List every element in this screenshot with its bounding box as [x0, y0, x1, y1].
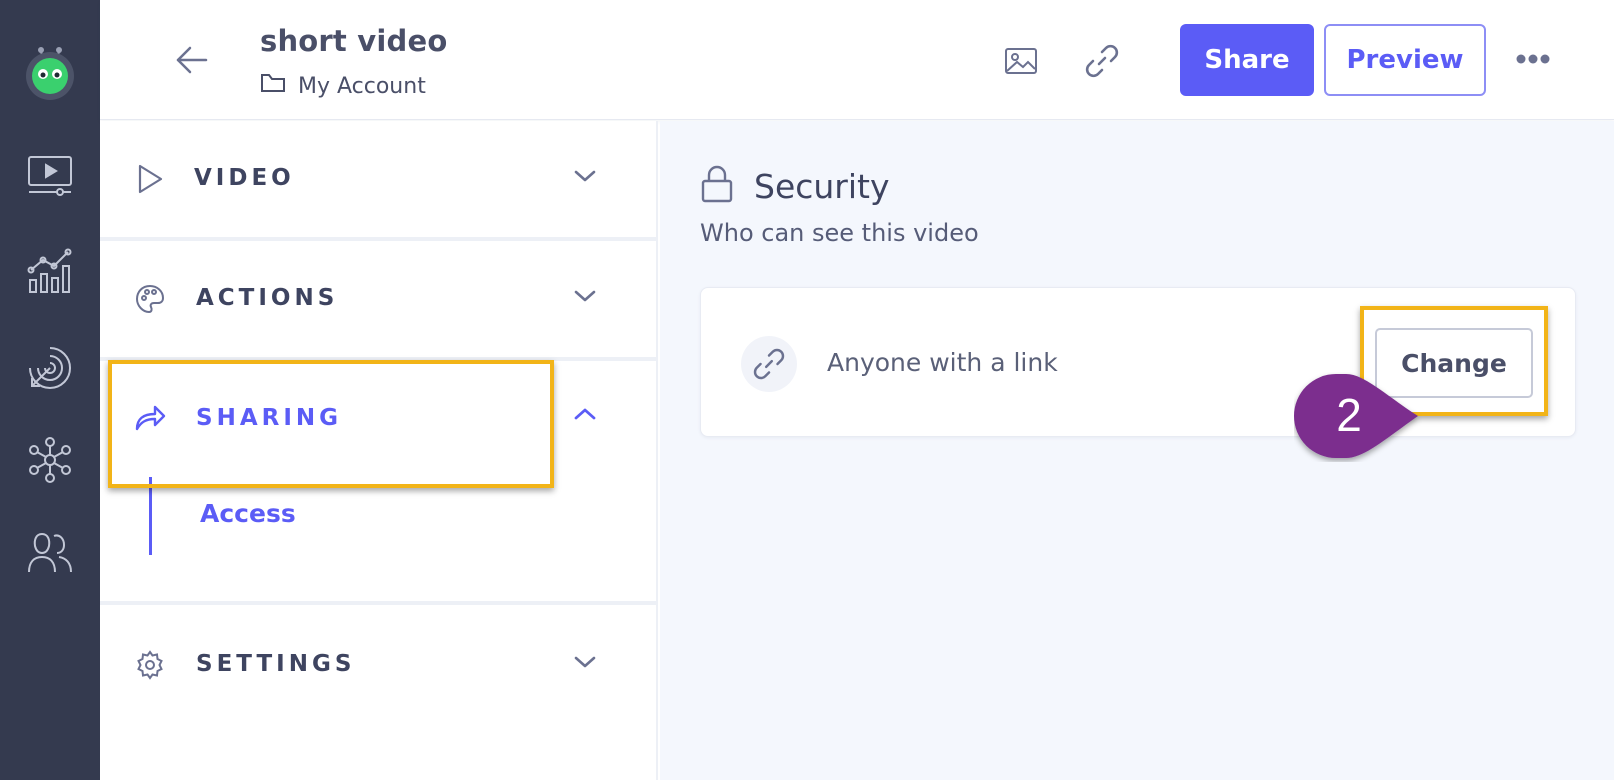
section-subtitle: Who can see this video	[700, 219, 979, 247]
security-heading: Security	[700, 165, 890, 207]
step-number: 2	[1336, 389, 1362, 441]
section-actions[interactable]: ACTIONS	[100, 241, 656, 357]
link-icon	[741, 336, 797, 392]
page-title: short video	[260, 24, 448, 58]
contacts-icon[interactable]	[24, 526, 76, 578]
chevron-up-icon	[570, 399, 600, 429]
sub-item-access[interactable]: Access	[200, 499, 296, 528]
section-settings[interactable]: SETTINGS	[100, 605, 656, 725]
robot-logo-icon[interactable]	[24, 44, 76, 100]
folder-icon	[260, 72, 286, 100]
app-rail	[0, 0, 100, 780]
breadcrumb-label: My Account	[298, 73, 426, 99]
share-arrow-icon	[132, 399, 168, 435]
section-label-actions: ACTIONS	[196, 285, 339, 311]
gear-icon	[132, 647, 168, 683]
copy-link-icon[interactable]	[1079, 38, 1125, 84]
lock-icon	[700, 165, 734, 207]
breadcrumb[interactable]: My Account	[260, 72, 426, 100]
section-sharing[interactable]: SHARING	[100, 361, 656, 477]
palette-icon	[132, 281, 168, 317]
preview-button[interactable]: Preview	[1324, 24, 1486, 96]
top-header: short video My Account Share Preview	[100, 0, 1614, 120]
sub-nav-rail	[149, 477, 152, 555]
section-label-video: VIDEO	[194, 165, 295, 191]
back-button[interactable]	[170, 38, 214, 82]
share-button[interactable]: Share	[1180, 24, 1314, 96]
settings-panel: VIDEO ACTIONS SHARING Access SETTINGS	[100, 121, 658, 780]
target-icon[interactable]	[24, 342, 76, 394]
section-label-settings: SETTINGS	[196, 651, 356, 677]
chevron-down-icon	[570, 281, 600, 311]
main-content: Security Who can see this video Anyone w…	[660, 121, 1614, 780]
access-option-text: Anyone with a link	[827, 348, 1058, 377]
section-video[interactable]: VIDEO	[100, 121, 656, 237]
analytics-icon[interactable]	[24, 246, 76, 298]
video-library-icon[interactable]	[24, 150, 76, 202]
more-options-icon[interactable]	[1508, 36, 1558, 82]
chevron-down-icon	[570, 647, 600, 677]
section-label-sharing: SHARING	[196, 405, 343, 431]
section-title: Security	[754, 166, 890, 206]
integrations-icon[interactable]	[24, 434, 76, 486]
thumbnail-image-icon[interactable]	[998, 38, 1044, 84]
access-card: Anyone with a link Change	[700, 287, 1576, 437]
play-icon	[132, 161, 168, 197]
chevron-down-icon	[570, 161, 600, 191]
